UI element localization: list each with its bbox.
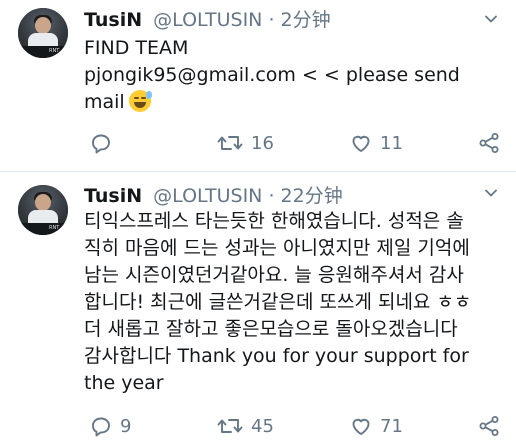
retweet-count: 16: [251, 132, 274, 154]
retweet-count: 45: [251, 415, 274, 437]
like-icon: [352, 418, 370, 435]
reply-icon: [92, 134, 110, 154]
tweet[interactable]: RNT TusiN @LOLTUSIN · 22分钟 티익스프레스 타는듯한 한…: [0, 172, 516, 446]
share-button[interactable]: [478, 131, 500, 155]
reply-count: 9: [120, 415, 132, 437]
display-name[interactable]: TusiN: [84, 185, 142, 207]
tweet-header: TusiN @LOLTUSIN · 22分钟: [84, 185, 343, 207]
timestamp[interactable]: 22分钟: [281, 185, 343, 207]
share-icon: [479, 133, 499, 153]
retweet-icon: [217, 136, 243, 150]
tweet-actions: 16 11: [84, 131, 504, 155]
tweet-line: 합니다! 최근에 글쓴거같은데 또쓰게 되네요 ㅎㅎ: [84, 291, 472, 313]
tweet-header: TusiN @LOLTUSIN · 2分钟: [84, 9, 331, 31]
tweet-line: FIND TEAM: [84, 37, 189, 59]
tweet-text: FIND TEAM pjongik95@gmail.com < < please…: [84, 35, 504, 116]
share-button[interactable]: [478, 414, 500, 438]
tweet-line: the year: [84, 372, 164, 394]
tweet-line: 더 새롭고 잘하고 좋은모습으로 돌아오겠습니다: [84, 318, 458, 340]
avatar[interactable]: RNT: [18, 185, 68, 235]
reply-button[interactable]: [90, 131, 120, 155]
like-count: 71: [380, 415, 403, 437]
chevron-down-icon[interactable]: [484, 186, 498, 200]
avatar[interactable]: RNT: [18, 8, 68, 58]
timestamp[interactable]: 2分钟: [281, 9, 331, 31]
tweet[interactable]: RNT TusiN @LOLTUSIN · 2分钟 FIND TEAM pjon…: [0, 0, 516, 172]
separator: ·: [268, 9, 275, 31]
display-name[interactable]: TusiN: [84, 9, 142, 31]
user-handle[interactable]: @LOLTUSIN: [153, 9, 262, 31]
reply-button[interactable]: 9: [90, 414, 131, 438]
tweet-text: 티익스프레스 타는듯한 한해였습니다. 성적은 솔 직히 마음에 드는 성과는 …: [84, 208, 504, 397]
like-icon: [352, 135, 370, 152]
tweet-line: 티익스프레스 타는듯한 한해였습니다. 성적은 솔: [84, 210, 464, 232]
tweet-line: pjongik95@gmail.com < < please send: [84, 64, 460, 86]
retweet-button[interactable]: 16: [217, 131, 274, 155]
tweet-line-last: mail: [84, 89, 504, 116]
like-button[interactable]: 71: [350, 414, 403, 438]
tweet-actions: 9 45 71: [84, 414, 504, 438]
like-button[interactable]: 11: [350, 131, 403, 155]
retweet-icon: [217, 419, 243, 433]
tweet-line: 감사합니다 Thank you for your support for: [84, 345, 469, 367]
tweet-line: 직히 마음에 드는 성과는 아니였지만 제일 기억에: [84, 237, 470, 259]
like-count: 11: [380, 132, 403, 154]
sweat-smile-emoji-icon: [128, 90, 152, 112]
user-handle[interactable]: @LOLTUSIN: [153, 185, 262, 207]
tweet-line: 남는 시즌이였던거같아요. 늘 응원해주셔서 감사: [84, 264, 464, 286]
share-icon: [479, 416, 499, 436]
reply-icon: [92, 417, 110, 437]
chevron-down-icon[interactable]: [484, 12, 498, 26]
separator: ·: [268, 185, 275, 207]
tweet-line-text: mail: [84, 91, 125, 113]
retweet-button[interactable]: 45: [217, 414, 274, 438]
